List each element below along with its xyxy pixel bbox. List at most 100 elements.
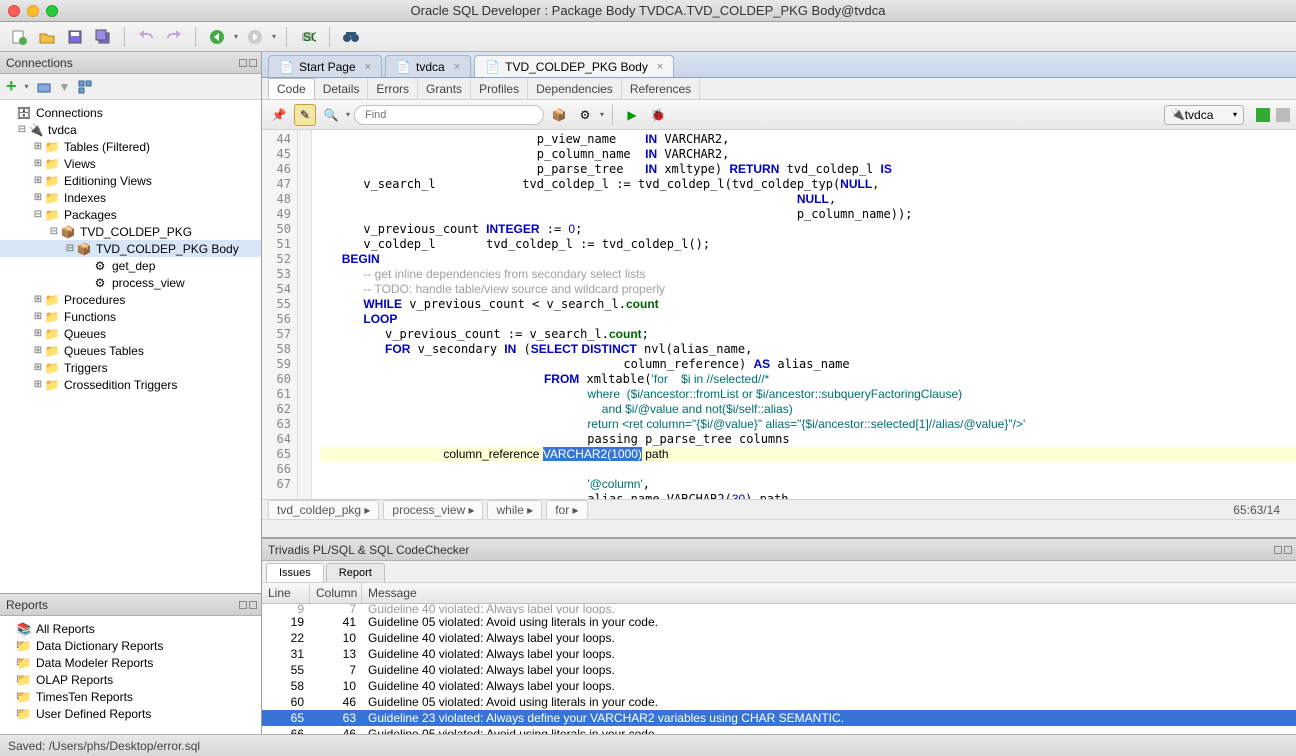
breadcrumb-item[interactable]: while ▸ — [487, 500, 542, 520]
expand-icon[interactable]: ⊞ — [32, 362, 44, 373]
close-tab-icon[interactable]: × — [365, 61, 371, 73]
close-tab-icon[interactable]: × — [657, 61, 663, 73]
debug-icon[interactable]: 🐞 — [647, 104, 669, 126]
new-icon[interactable] — [8, 26, 30, 48]
sub-tab[interactable]: Errors — [368, 79, 418, 99]
restore-icon[interactable] — [249, 59, 257, 67]
expand-icon[interactable]: ⊟ — [64, 243, 76, 254]
report-item[interactable]: ⊞📁User Defined Reports — [0, 705, 261, 722]
filter-icon[interactable]: ▼ — [59, 80, 71, 94]
report-item[interactable]: ⊞📁Data Modeler Reports — [0, 654, 261, 671]
back-icon[interactable] — [206, 26, 228, 48]
code-content[interactable]: p_view_name IN VARCHAR2, p_column_name I… — [312, 130, 1296, 499]
database-icon: 🔌 — [28, 122, 44, 138]
close-tab-icon[interactable]: × — [454, 61, 460, 73]
issue-row[interactable]: 6646Guideline 05 violated: Avoid using l… — [262, 726, 1296, 734]
breadcrumb-item[interactable]: process_view ▸ — [383, 500, 483, 520]
minimize-icon[interactable] — [239, 59, 247, 67]
sub-tab[interactable]: References — [622, 79, 700, 99]
edit-icon[interactable]: ✎ — [294, 104, 316, 126]
binoculars-icon[interactable] — [340, 26, 362, 48]
pin-icon[interactable]: 📌 — [268, 104, 290, 126]
horizontal-scrollbar[interactable] — [262, 519, 1296, 537]
issues-list[interactable]: 97Guideline 40 violated: Always label yo… — [262, 604, 1296, 734]
file-tab[interactable]: 📄tvdca× — [385, 55, 471, 77]
connections-tree[interactable]: 🗄Connections ⊟🔌tvdca ⊞📁Tables (Filtered)… — [0, 100, 261, 593]
tree-label[interactable]: Editioning Views — [64, 174, 152, 188]
file-tabs: 📄Start Page×📄tvdca×📄TVD_COLDEP_PKG Body× — [262, 52, 1296, 78]
restore-icon[interactable] — [1284, 546, 1292, 554]
save-icon[interactable] — [64, 26, 86, 48]
minimize-icon[interactable] — [1274, 546, 1282, 554]
sub-tab[interactable]: Details — [315, 79, 369, 99]
reports-tree[interactable]: 📚All Reports⊞📁Data Dictionary Reports⊞📁D… — [0, 616, 261, 734]
tree-label[interactable]: Queues Tables — [64, 344, 144, 358]
expand-icon[interactable]: ⊞ — [32, 379, 44, 390]
breadcrumb-item[interactable]: for ▸ — [546, 500, 587, 520]
package-icon[interactable]: 📦 — [548, 104, 570, 126]
tree-label[interactable]: Indexes — [64, 191, 106, 205]
checker-tab[interactable]: Report — [326, 563, 385, 582]
sub-tab[interactable]: Code — [268, 78, 315, 99]
tree-label[interactable]: get_dep — [112, 259, 155, 273]
tree-label[interactable]: tvdca — [48, 123, 77, 137]
add-connection-icon[interactable]: + — [6, 76, 17, 97]
redo-icon[interactable] — [163, 26, 185, 48]
tree-label[interactable]: Connections — [36, 106, 103, 120]
minimize-icon[interactable] — [239, 601, 247, 609]
undo-icon[interactable] — [135, 26, 157, 48]
expand-icon[interactable]: ⊞ — [32, 311, 44, 322]
sub-tab[interactable]: Profiles — [471, 79, 528, 99]
checker-tab[interactable]: Issues — [266, 563, 324, 582]
folder-icon: 📁 — [44, 190, 60, 206]
expand-icon[interactable]: ⊞ — [32, 328, 44, 339]
code-editor[interactable]: 4445464748495051525354555657585960616263… — [262, 130, 1296, 499]
tree-label[interactable]: process_view — [112, 276, 185, 290]
tree-label[interactable]: Tables (Filtered) — [64, 140, 150, 154]
sub-tab[interactable]: Grants — [418, 79, 471, 99]
tree-label[interactable]: Packages — [64, 208, 117, 222]
run-icon[interactable]: ▶ — [621, 104, 643, 126]
tree-label[interactable]: Crossedition Triggers — [64, 378, 177, 392]
sub-tab[interactable]: Dependencies — [528, 79, 622, 99]
expand-icon[interactable]: ⊞ — [32, 345, 44, 356]
column-header-line[interactable]: Line — [262, 583, 310, 603]
expand-icon[interactable]: ⊟ — [48, 226, 60, 237]
tree-label[interactable]: Views — [64, 157, 96, 171]
tree-label[interactable]: Functions — [64, 310, 116, 324]
expand-icon[interactable]: ⊞ — [32, 175, 44, 186]
sql-icon[interactable]: SQL — [297, 26, 319, 48]
tree-label[interactable]: TVD_COLDEP_PKG Body — [96, 242, 239, 256]
report-item[interactable]: 📚All Reports — [0, 620, 261, 637]
expand-icon[interactable]: ⊞ — [32, 294, 44, 305]
open-icon[interactable] — [36, 26, 58, 48]
report-item[interactable]: ⊞📁Data Dictionary Reports — [0, 637, 261, 654]
refresh-tree-icon[interactable] — [78, 80, 92, 94]
find-input[interactable] — [354, 105, 544, 125]
tree-label[interactable]: Procedures — [64, 293, 125, 307]
report-item[interactable]: ⊞📁OLAP Reports — [0, 671, 261, 688]
forward-icon[interactable] — [244, 26, 266, 48]
save-all-icon[interactable] — [92, 26, 114, 48]
expand-icon[interactable]: ⊞ — [32, 141, 44, 152]
restore-icon[interactable] — [249, 601, 257, 609]
column-header-column[interactable]: Column — [310, 583, 362, 603]
file-tab[interactable]: 📄Start Page× — [268, 55, 382, 77]
refresh-icon[interactable]: 🔍 — [320, 104, 342, 126]
tree-label[interactable]: Queues — [64, 327, 106, 341]
svg-text:SQL: SQL — [303, 30, 316, 44]
tree-label[interactable]: Triggers — [64, 361, 108, 375]
expand-icon[interactable]: ⊞ — [32, 192, 44, 203]
gear-icon[interactable]: ⚙ — [574, 104, 596, 126]
expand-icon[interactable]: ⊟ — [16, 124, 28, 135]
fold-gutter[interactable] — [298, 130, 312, 499]
connection-selector[interactable]: 🔌 tvdca ▾ — [1164, 105, 1244, 125]
column-header-message[interactable]: Message — [362, 583, 1296, 603]
expand-icon[interactable]: ⊟ — [32, 209, 44, 220]
report-item[interactable]: ⊞📁TimesTen Reports — [0, 688, 261, 705]
tree-label[interactable]: TVD_COLDEP_PKG — [80, 225, 192, 239]
expand-icon[interactable]: ⊞ — [32, 158, 44, 169]
tns-icon[interactable] — [37, 80, 51, 94]
file-tab[interactable]: 📄TVD_COLDEP_PKG Body× — [474, 55, 674, 77]
breadcrumb-item[interactable]: tvd_coldep_pkg ▸ — [268, 500, 379, 520]
